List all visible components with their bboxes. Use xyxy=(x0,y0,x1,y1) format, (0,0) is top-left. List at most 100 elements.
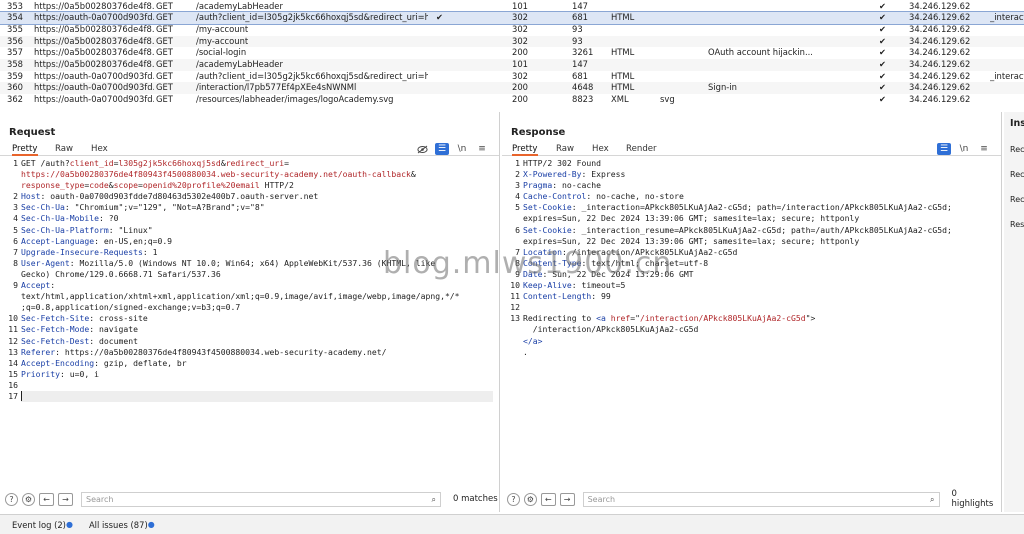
response-tab-pretty[interactable]: Pretty xyxy=(512,142,538,156)
history-cell-url: /auth?client_id=l305g2jk5kc66hoxqj5sd&re… xyxy=(196,70,428,81)
format-list-icon[interactable]: ☰ xyxy=(435,143,449,155)
history-row[interactable]: 355 https://0a5b00280376de4f8... GET/my-ac… xyxy=(0,24,1024,36)
history-cell-method: GET xyxy=(156,70,173,81)
history-cell-num: 357 xyxy=(7,47,23,58)
request-title: Request xyxy=(9,127,56,138)
help-icon[interactable]: ? xyxy=(5,492,18,506)
event-log-tab[interactable]: Event log (2)● xyxy=(12,520,73,530)
history-cell-length: 147 xyxy=(572,59,588,69)
request-search-bar: ? ⚙ ← → Search ⌕ 0 matches xyxy=(0,490,499,508)
code-line: response_type=code&scope=openid%20profil… xyxy=(21,180,493,191)
code-token: Sec-Fetch-Mode xyxy=(21,324,90,335)
forward-arrow-icon[interactable]: → xyxy=(58,492,73,506)
code-token: : https://0a5b00280376de4f80943f45008800… xyxy=(55,346,387,357)
watermark: blog.mlws1900.cn xyxy=(383,246,673,281)
response-panel: Response Pretty Raw Hex Render ☰ \n ≡ 12… xyxy=(502,112,1002,512)
newline-icon[interactable]: \n xyxy=(957,143,971,155)
code-token: : 99 xyxy=(591,291,611,302)
hide-eye-icon[interactable] xyxy=(415,143,429,155)
line-number: 9 xyxy=(13,280,18,291)
request-tab-raw[interactable]: Raw xyxy=(55,142,73,156)
newline-icon[interactable]: \n xyxy=(455,143,469,155)
line-number xyxy=(0,180,18,191)
code-token: Host xyxy=(21,191,41,202)
response-tab-hex[interactable]: Hex xyxy=(592,142,609,156)
history-row[interactable]: 353 https://0a5b00280376de4f8... GET/acade… xyxy=(0,1,1024,13)
request-line-numbers: 1 2 3 4 5 6 7 8 9 10 11 12 13 14 15 16 17 xyxy=(0,158,18,402)
all-issues-tab[interactable]: All issues (87)● xyxy=(89,520,155,530)
inspector-item[interactable]: Res xyxy=(1010,220,1024,229)
history-cell-ip: 34.246.129.62 xyxy=(909,59,971,69)
inspector-item[interactable]: Rec xyxy=(1010,145,1024,154)
code-token: Sec-Fetch-Dest xyxy=(21,335,90,346)
menu-icon[interactable]: ≡ xyxy=(977,143,991,155)
code-line: . xyxy=(523,347,995,358)
code-token: code xyxy=(89,180,109,191)
inspector-panel: Ins Rec Rec Rec Res xyxy=(1004,112,1024,512)
code-line: Sec-Fetch-Mode: navigate xyxy=(21,324,493,335)
line-number: 12 xyxy=(8,335,18,346)
code-line: Sec-Fetch-Dest: document xyxy=(21,336,493,347)
code-token: =" xyxy=(630,313,640,324)
code-token: Upgrade-Insecure-Requests xyxy=(21,246,143,257)
code-token: response_type xyxy=(21,180,85,191)
line-number: 3 xyxy=(515,180,520,191)
code-token: : document xyxy=(89,335,138,346)
code-token: Content-Length xyxy=(523,291,592,302)
inspector-item[interactable]: Rec xyxy=(1010,170,1024,179)
history-cell-length: 93 xyxy=(572,23,583,34)
response-tab-raw[interactable]: Raw xyxy=(556,142,574,156)
format-list-icon[interactable]: ☰ xyxy=(937,143,951,155)
response-search-input[interactable]: Search ⌕ xyxy=(582,491,940,507)
code-token: : u=0, i xyxy=(59,368,99,379)
code-token: Keep-Alive xyxy=(523,280,572,291)
response-search-bar: ? ⚙ ← → Search ⌕ 0 highlights xyxy=(502,489,1001,509)
settings-gear-icon[interactable]: ⚙ xyxy=(22,492,35,506)
code-line: HTTP/2 302 Found xyxy=(523,158,995,169)
history-cell-host: https://oauth-0a0700d903fd... xyxy=(34,70,154,81)
line-number: 13 xyxy=(510,313,520,324)
history-row[interactable]: 359 https://oauth-0a0700d903fd... GET/auth… xyxy=(0,71,1024,83)
history-cell-method: GET xyxy=(156,59,173,69)
line-number: 6 xyxy=(515,224,520,235)
history-row[interactable]: 357 https://0a5b00280376de4f8... GET/socia… xyxy=(0,47,1024,59)
history-row[interactable]: 358 https://0a5b00280376de4f8... GET/acade… xyxy=(0,59,1024,71)
back-arrow-icon[interactable]: ← xyxy=(540,492,556,506)
code-token: "> xyxy=(805,313,816,324)
line-number: 11 xyxy=(8,324,18,335)
code-line: Set-Cookie: _interaction=APkck805LKuAjAa… xyxy=(523,202,995,213)
line-number: 3 xyxy=(13,202,18,213)
line-number xyxy=(502,213,520,224)
history-row[interactable]: 362 https://oauth-0a0700d903fd... GET/reso… xyxy=(0,94,1024,106)
history-row[interactable]: 356 https://0a5b00280376de4f8... GET/my-ac… xyxy=(0,35,1024,48)
inspector-item[interactable]: Rec xyxy=(1010,195,1024,204)
history-row[interactable]: 354 https://oauth-0a0700d903fd... GET/auth… xyxy=(0,11,1024,25)
code-token: Referer xyxy=(21,346,56,357)
code-token: : no-cache, no-store xyxy=(586,191,684,202)
history-cell-num: 360 xyxy=(7,82,23,93)
response-editor[interactable]: 1 2 3 4 5 6 7 8 9 10 11 12 13 HTTP/2 302 Found X-Powe… xyxy=(502,158,1001,488)
settings-gear-icon[interactable]: ⚙ xyxy=(523,492,537,506)
back-arrow-icon[interactable]: ← xyxy=(39,492,54,506)
line-number xyxy=(0,169,18,180)
code-token: /interaction/APkck805LKuAjAa2-cG5d xyxy=(639,313,806,324)
request-editor[interactable]: 1 2 3 4 5 6 7 8 9 10 11 12 13 14 15 16 17 GET /auth?clie… xyxy=(0,158,499,488)
history-cell-length: 3261 xyxy=(572,47,594,58)
menu-icon[interactable]: ≡ xyxy=(475,143,489,155)
inspector-title: Ins xyxy=(1010,118,1024,129)
help-icon[interactable]: ? xyxy=(507,492,520,506)
response-tab-render[interactable]: Render xyxy=(626,142,657,156)
request-tab-pretty[interactable]: Pretty xyxy=(12,142,38,156)
history-cell-num: 356 xyxy=(7,35,23,46)
forward-arrow-icon[interactable]: → xyxy=(559,492,575,506)
code-token: : Mozilla/5.0 (Windows NT 10.0; Win64; x… xyxy=(69,257,436,268)
history-cell-tls: ✔ xyxy=(879,23,887,34)
history-cell-cookies: _interacti xyxy=(990,12,1024,23)
http-history-table: 353 https://0a5b00280376de4f8... GET/acade… xyxy=(0,0,1024,106)
line-number: 14 xyxy=(8,357,18,368)
request-search-input[interactable]: Search ⌕ xyxy=(81,491,441,507)
request-tab-hex[interactable]: Hex xyxy=(91,142,108,156)
code-token: : "Chromium";v="129", "Not=A?Brand";v="8… xyxy=(64,202,265,213)
history-row[interactable]: 360 https://oauth-0a0700d903fd... GET/inte… xyxy=(0,82,1024,95)
line-number: 5 xyxy=(515,202,520,213)
